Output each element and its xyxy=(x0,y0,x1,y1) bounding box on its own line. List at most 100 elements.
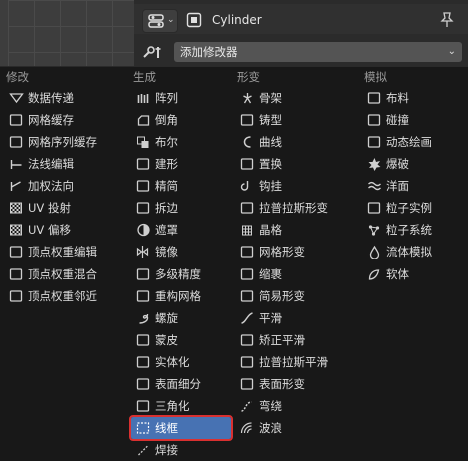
modifier-menu-item[interactable]: 精简 xyxy=(131,175,231,197)
modifier-menu-item[interactable]: 粒子系统 xyxy=(362,219,462,241)
modifier-menu-item[interactable]: 法线编辑 xyxy=(4,153,126,175)
solidify-icon xyxy=(136,356,150,368)
modifier-menu-item-label: 动态绘画 xyxy=(386,135,432,149)
modifier-menu-item[interactable]: 建形 xyxy=(131,153,231,175)
modifier-menu-item[interactable]: 简易形变 xyxy=(235,285,357,307)
modifier-menu-item[interactable]: 矫正平滑 xyxy=(235,329,357,351)
modifier-menu-item-label: 镜像 xyxy=(155,245,178,259)
add-modifier-menu: 修改 数据传递 网格缓存 网格序列缓存 法线编辑 加权法向 UV 投射 UV 偏移 顶点权重编辑… xyxy=(0,66,468,461)
modifier-menu-item[interactable]: 加权法向 xyxy=(4,175,126,197)
modifier-menu-item-label: 三角化 xyxy=(155,399,190,413)
modifier-menu-item-label: 粒子实例 xyxy=(386,201,432,215)
modifier-menu-item[interactable]: 钩挂 xyxy=(235,175,357,197)
modifier-menu-item-label: 晶格 xyxy=(259,223,282,237)
modifier-menu-item[interactable]: 洋面 xyxy=(362,175,462,197)
add-modifier-dropdown[interactable]: 添加修改器 ⌄ xyxy=(174,42,462,62)
modifier-menu-item[interactable]: 数据传递 xyxy=(4,87,126,109)
menu-column-heading: 生成 xyxy=(133,70,156,84)
modifier-menu-item[interactable]: 铸型 xyxy=(235,109,357,131)
modifier-menu-item[interactable]: UV 投射 xyxy=(4,197,126,219)
dynamic-paint-icon xyxy=(367,136,381,148)
modifier-menu-item[interactable]: 顶点权重混合 xyxy=(4,263,126,285)
modifier-menu-item[interactable]: 骨架 xyxy=(235,87,357,109)
modifier-menu-item-label: 波浪 xyxy=(259,421,282,435)
wrench-icon[interactable] xyxy=(142,45,164,59)
pin-icon[interactable] xyxy=(440,12,454,28)
properties-header xyxy=(134,4,468,34)
modifier-menu-item[interactable]: 弯绕 xyxy=(235,395,357,417)
modifier-menu-item-label: 简易形变 xyxy=(259,289,305,303)
modifier-menu-item[interactable]: 焊接 xyxy=(131,439,231,461)
modifier-menu-item[interactable]: 缩裹 xyxy=(235,263,357,285)
chevron-down-icon: ⌄ xyxy=(167,15,175,25)
modifier-menu-item-label: 洋面 xyxy=(386,179,409,193)
modifier-menu-item[interactable]: 重构网格 xyxy=(131,285,231,307)
cloth-icon xyxy=(367,92,381,104)
modifier-menu-item[interactable]: 拆边 xyxy=(131,197,231,219)
modifier-menu-item-label: 平滑 xyxy=(259,311,282,325)
modifier-menu-item[interactable]: 实体化 xyxy=(131,351,231,373)
screw-icon xyxy=(139,313,149,324)
modifier-menu-item[interactable]: 阵列 xyxy=(131,87,231,109)
modifier-menu-item[interactable]: 波浪 xyxy=(235,417,357,439)
modifier-menu-item[interactable]: 顶点权重编辑 xyxy=(4,241,126,263)
modifier-menu-item[interactable]: 动态绘画 xyxy=(362,131,462,153)
object-name: Cylinder xyxy=(212,13,262,27)
modifier-menu-item[interactable]: 网格缓存 xyxy=(4,109,126,131)
modifier-menu-item[interactable]: 软体 xyxy=(362,263,462,285)
modifier-menu-item[interactable]: 碰撞 xyxy=(362,109,462,131)
modifier-menu-item-label: 顶点权重混合 xyxy=(28,267,97,281)
mirror-icon xyxy=(136,246,149,258)
modifier-menu-item[interactable]: 多级精度 xyxy=(131,263,231,285)
modifier-menu-item[interactable]: 三角化 xyxy=(131,395,231,417)
modifier-menu-item[interactable]: 拉普拉斯形变 xyxy=(235,197,357,219)
modifier-menu-item[interactable]: 爆破 xyxy=(362,153,462,175)
modifier-menu-item-label: 实体化 xyxy=(155,355,190,369)
modifier-menu-item[interactable]: 螺旋 xyxy=(131,307,231,329)
modifier-menu-item[interactable]: 倒角 xyxy=(131,109,231,131)
modifier-menu-item[interactable]: 曲线 xyxy=(235,131,357,153)
modifier-menu-item-label: 网格序列缓存 xyxy=(28,135,97,149)
modifier-menu-item[interactable]: 网格形变 xyxy=(235,241,357,263)
vertex-weight-mix-icon xyxy=(9,268,23,280)
modifier-menu-item[interactable]: 网格序列缓存 xyxy=(4,131,126,153)
modifier-menu-item[interactable]: 平滑 xyxy=(235,307,357,329)
modifier-menu-item[interactable]: 镜像 xyxy=(131,241,231,263)
modifier-menu-item[interactable]: 表面形变 xyxy=(235,373,357,395)
wireframe-icon xyxy=(136,422,150,434)
modifier-menu-item[interactable]: 布尔 xyxy=(131,131,231,153)
modifier-menu-item[interactable]: 遮罩 xyxy=(131,219,231,241)
modifier-menu-item[interactable]: 晶格 xyxy=(235,219,357,241)
modifier-menu-item-label: 骨架 xyxy=(259,91,282,105)
modifier-menu-item[interactable]: 流体模拟 xyxy=(362,241,462,263)
mesh-sequence-cache-icon xyxy=(9,136,23,148)
editor-type-button[interactable]: ⌄ xyxy=(142,9,178,33)
weld-icon xyxy=(138,445,148,456)
modifier-menu-item[interactable]: 表面细分 xyxy=(131,373,231,395)
modifier-menu-item[interactable]: 线框 xyxy=(129,415,233,441)
modifier-menu-item-label: 爆破 xyxy=(386,157,409,171)
modifier-menu-item[interactable]: 置换 xyxy=(235,153,357,175)
menu-column-heading: 模拟 xyxy=(364,70,387,84)
modifier-menu-item-label: 焊接 xyxy=(155,443,178,457)
modifier-menu-item[interactable]: 粒子实例 xyxy=(362,197,462,219)
menu-column-heading: 形变 xyxy=(237,70,260,84)
modifier-menu-item-label: 法线编辑 xyxy=(28,157,74,171)
modifier-menu-item[interactable]: 蒙皮 xyxy=(131,329,231,351)
armature-icon xyxy=(243,93,252,104)
laplacian-deform-icon xyxy=(240,202,254,214)
modifier-menu-item-label: 粒子系统 xyxy=(386,223,432,237)
particle-instance-icon xyxy=(367,202,381,214)
modifier-menu-item[interactable]: 布料 xyxy=(362,87,462,109)
cast-icon xyxy=(240,114,254,126)
modifier-menu-item-label: 拆边 xyxy=(155,201,178,215)
explode-icon xyxy=(368,158,381,171)
viewport-3d[interactable] xyxy=(0,0,134,66)
modifier-menu-item[interactable]: 拉普拉斯平滑 xyxy=(235,351,357,373)
modifier-menu-item-label: UV 偏移 xyxy=(28,223,71,237)
properties-editor: ⌄ Cylinder 添加修改器 ⌄ xyxy=(134,0,468,66)
normal-edit-icon xyxy=(10,160,22,169)
modifier-menu-item[interactable]: UV 偏移 xyxy=(4,219,126,241)
modifier-menu-item[interactable]: 顶点权重邻近 xyxy=(4,285,126,307)
ocean-icon xyxy=(368,181,381,191)
